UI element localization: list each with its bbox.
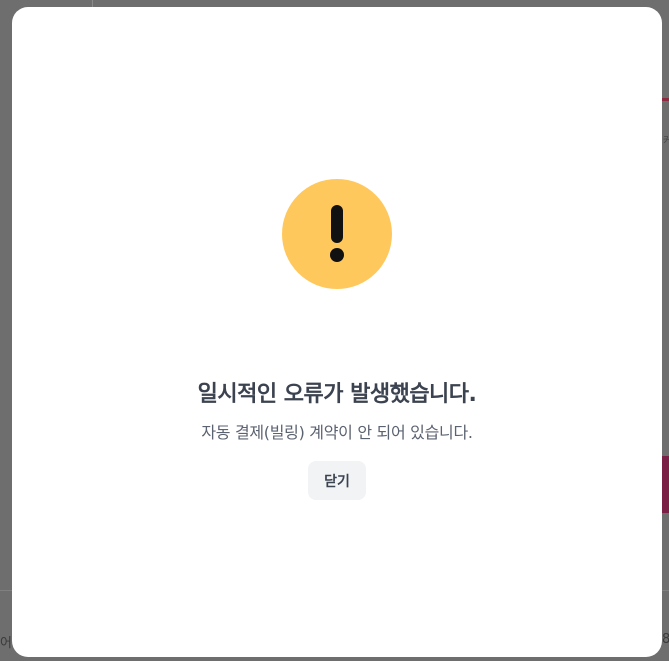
background-accent-mark <box>662 98 669 101</box>
background-text-fragment: 8 <box>662 632 669 647</box>
exclamation-bar <box>331 205 343 243</box>
dialog-title: 일시적인 오류가 발생했습니다. <box>197 382 477 407</box>
background-text-fragment: 케 <box>663 134 669 147</box>
exclamation-dot <box>330 248 344 262</box>
close-button[interactable]: 닫기 <box>308 461 366 500</box>
background-text-fragment: 어 <box>0 636 12 651</box>
dialog-message: 자동 결제(빌링) 계약이 안 되어 있습니다. <box>201 423 473 442</box>
error-dialog: 일시적인 오류가 발생했습니다. 자동 결제(빌링) 계약이 안 되어 있습니다… <box>12 7 662 657</box>
exclamation-warning-icon <box>282 179 392 289</box>
background-accent-button <box>662 456 669 513</box>
